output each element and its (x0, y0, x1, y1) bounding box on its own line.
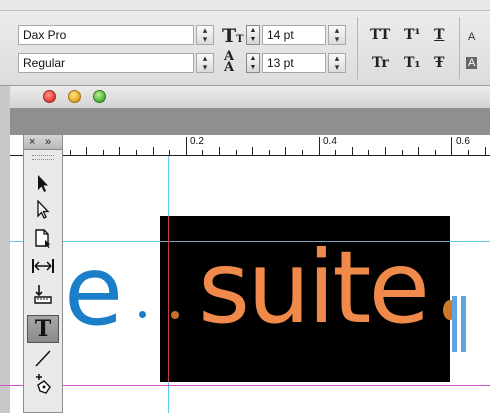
ruler-tick (152, 147, 154, 155)
ruler-tick (368, 150, 370, 155)
font-style-dropdown[interactable]: ▴ ▾ (196, 53, 214, 73)
font-family-field[interactable]: Dax Pro (18, 25, 194, 45)
font-size-spinner[interactable]: ▲ ▼ (246, 25, 260, 45)
top-window-strip (0, 0, 490, 11)
left-background (0, 86, 10, 413)
underline-button[interactable]: T (434, 27, 444, 43)
ruler-tick (102, 150, 104, 155)
canvas-text-suite[interactable]: suite (198, 238, 430, 338)
subscript-button[interactable]: T₁ (404, 55, 421, 71)
superscript-button[interactable]: T¹ (404, 27, 421, 43)
ruler-tick (302, 150, 303, 155)
content-collector-tool[interactable] (28, 281, 58, 307)
ruler-tick (202, 150, 204, 155)
ruler-tick (268, 150, 270, 155)
grip-icon[interactable] (32, 155, 54, 160)
type-tool-icon: T (34, 316, 52, 342)
ruler-label-0-6: 0.6 (456, 136, 470, 147)
gap-tool[interactable] (28, 253, 58, 279)
control-panel: Dax Pro ▴ ▾ Regular ▴ ▾ TT ▲ ▼ 14 pt ▴ ▾ AA … (0, 11, 490, 86)
gap-icon (32, 259, 54, 273)
ruler-tick (468, 150, 469, 155)
frame-inset-line (168, 216, 169, 382)
ruler-tick (385, 147, 386, 155)
direct-selection-arrow-icon (37, 200, 50, 219)
ruler-tick (119, 147, 121, 155)
line-icon (35, 350, 51, 367)
ruler-label-0-2: 0.2 (190, 136, 204, 147)
font-size-field[interactable]: 14 pt (262, 25, 326, 45)
selection-arrow-icon (38, 175, 48, 192)
zoom-window-button[interactable] (93, 90, 106, 103)
close-icon[interactable]: × (29, 135, 35, 149)
pen-tool[interactable] (28, 371, 58, 397)
ruler-tick (401, 150, 403, 155)
font-family-dropdown[interactable]: ▴ ▾ (196, 25, 214, 45)
close-window-button[interactable] (43, 90, 56, 103)
pen-icon (36, 374, 51, 394)
selection-tool[interactable] (28, 171, 58, 197)
document-titlebar (10, 86, 490, 109)
type-tool-selected[interactable]: T (27, 315, 59, 343)
ruler-tick (351, 147, 353, 155)
ruler-tick (185, 137, 187, 155)
small-caps-button[interactable]: Tr (372, 55, 389, 71)
font-size-icon: TT (222, 25, 244, 47)
page-icon (35, 229, 51, 248)
ruler-tick (434, 150, 436, 155)
ruler-tick (318, 137, 320, 155)
collapse-icon[interactable]: » (45, 135, 51, 149)
font-size-dropdown[interactable]: ▴ ▾ (328, 25, 346, 45)
canvas-text-e[interactable]: e (64, 243, 123, 339)
ruler-tick (69, 150, 71, 155)
ruler-tick (136, 150, 137, 155)
strikethrough-button[interactable]: Ŧ (434, 55, 444, 71)
ruler-label-0-4: 0.4 (323, 136, 337, 147)
minimize-window-button[interactable] (68, 90, 81, 103)
content-collector-icon (34, 285, 52, 304)
separator (357, 17, 358, 79)
separator (459, 17, 460, 79)
leading-field[interactable]: 13 pt (262, 53, 326, 73)
ruler-tick (285, 147, 287, 155)
ruler-tick (219, 147, 220, 155)
ruler-tick (451, 137, 453, 155)
ruler-tick (235, 150, 237, 155)
ruler-tick (484, 147, 486, 155)
leading-spinner[interactable]: ▲ ▼ (246, 53, 260, 73)
leading-dropdown[interactable]: ▴ ▾ (328, 53, 346, 73)
ruler-tick (252, 147, 254, 155)
leading-icon: AA (224, 49, 235, 75)
horizontal-ruler[interactable]: 0.2 0.4 0.6 (10, 135, 490, 156)
text-dot-blue (139, 311, 146, 318)
overflow-control-a-highlight[interactable]: A (466, 57, 478, 69)
tools-panel: × » T (23, 134, 63, 413)
all-caps-button[interactable]: TT (370, 27, 390, 43)
direct-selection-tool[interactable] (28, 197, 58, 223)
margin-guide-magenta[interactable] (0, 385, 490, 386)
ruler-tick (335, 150, 337, 155)
overflow-control-a[interactable]: A (468, 31, 475, 43)
text-dot-orange (171, 311, 179, 319)
page-tool[interactable] (28, 225, 58, 251)
ruler-tick (169, 150, 171, 155)
ruler-tick (418, 147, 420, 155)
font-style-field[interactable]: Regular (18, 53, 194, 73)
document-tab-strip (10, 108, 490, 135)
line-tool[interactable] (28, 345, 58, 371)
overflow-blue-glyph (452, 296, 466, 352)
ruler-tick (86, 147, 88, 155)
